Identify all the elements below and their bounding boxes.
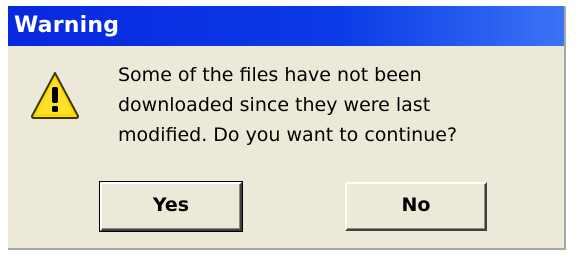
- title-bar[interactable]: Warning: [8, 6, 564, 46]
- no-button[interactable]: No: [345, 182, 487, 231]
- dialog-message: Some of the files have not been download…: [118, 60, 558, 150]
- message-line: modified. Do you want to continue?: [118, 124, 458, 146]
- dialog-title: Warning: [14, 13, 120, 38]
- message-line: downloaded since they were last: [118, 94, 431, 116]
- message-line: Some of the files have not been: [118, 64, 422, 86]
- yes-button[interactable]: Yes: [99, 181, 243, 232]
- warning-triangle-icon: [30, 70, 80, 120]
- warning-dialog: Warning Some of the files have not been …: [8, 6, 566, 250]
